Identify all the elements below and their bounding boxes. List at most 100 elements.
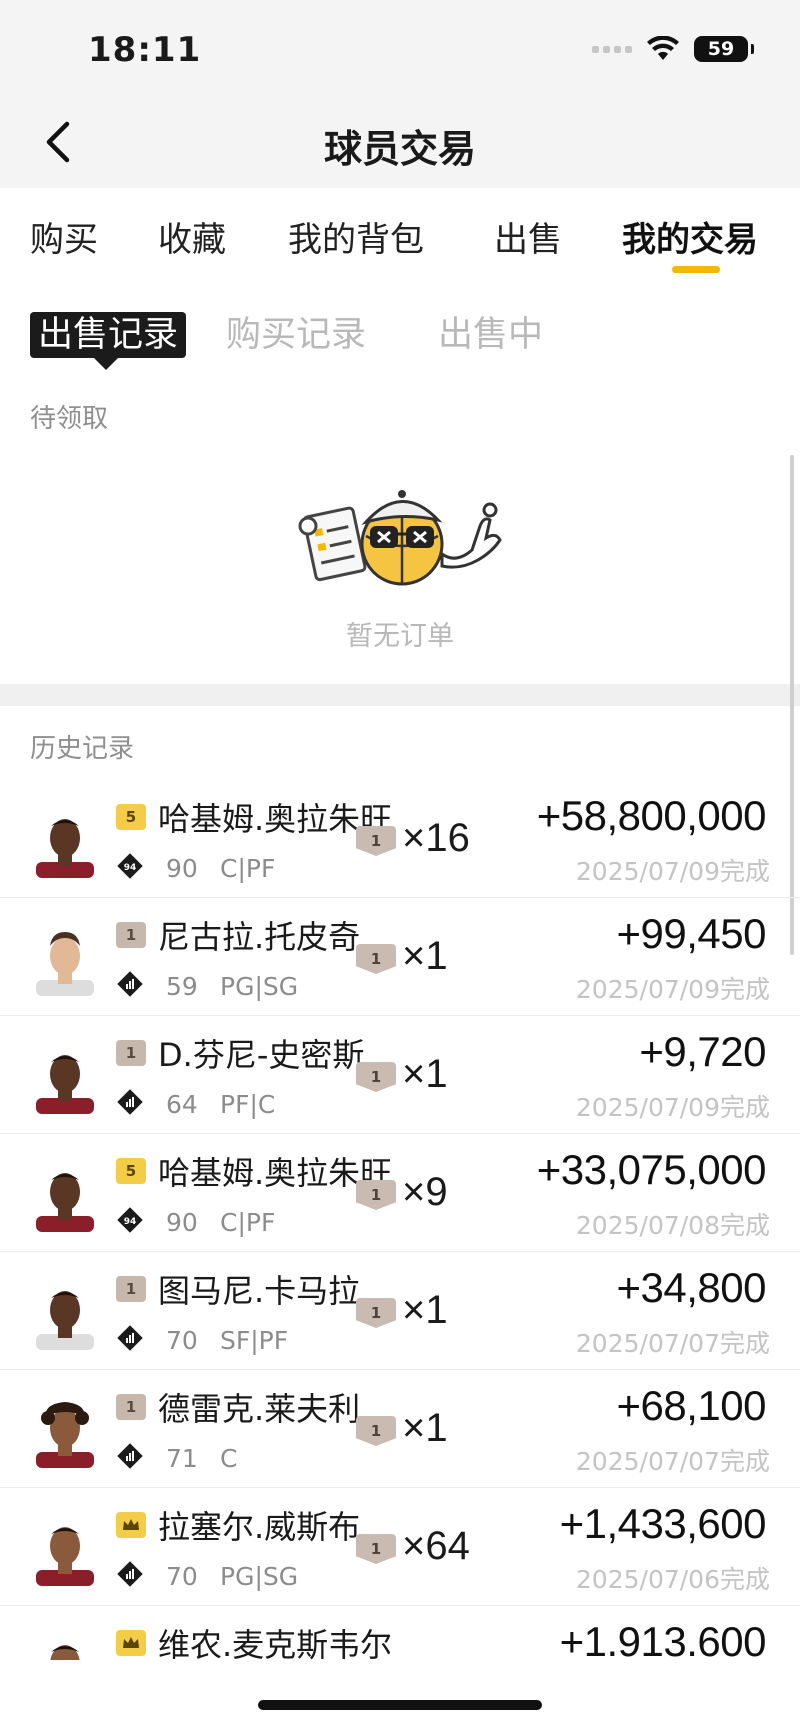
player-name: 图马尼.卡马拉 [158, 1272, 361, 1310]
sale-amount: +9,720 [639, 1028, 766, 1075]
player-name: 拉塞尔.威斯布 [158, 1508, 361, 1546]
player-ovr: 71 [166, 1444, 198, 1473]
player-name: 哈基姆.奥拉朱旺 [158, 800, 390, 838]
history-record[interactable]: 拉塞尔.威斯布 70 PG|SG 1 ×64 +1,433,600 2025/0… [0, 1488, 800, 1606]
main-tabs: 购买 收藏 我的背包 出售 我的交易 [0, 188, 800, 278]
rating-bars-icon [117, 1325, 143, 1351]
empty-state-text: 暂无订单 [346, 621, 454, 652]
active-tab-indicator [672, 266, 720, 273]
tier-badge: 5 [116, 1158, 146, 1184]
player-ovr: 64 [166, 1090, 198, 1119]
player-avatar [36, 1291, 94, 1350]
player-name: 德雷克.莱夫利 [158, 1390, 361, 1428]
player-name: 尼古拉.托皮奇 [158, 918, 361, 956]
sale-amount: +99,450 [616, 910, 767, 957]
tab-buy[interactable]: 购买 [30, 212, 98, 261]
player-name: 哈基姆.奥拉朱旺 [158, 1154, 390, 1192]
completion-date: 2025/07/09完成 [575, 857, 770, 886]
tier-badge: 1 [116, 1394, 146, 1420]
tier-badge [116, 1630, 146, 1656]
history-record[interactable]: 1 德雷克.莱夫利 71 C 1 ×1 +68,100 2025/07/07完成 [0, 1370, 800, 1488]
completion-date: 2025/07/06完成 [575, 1565, 770, 1594]
sold-quantity: ×9 [402, 1170, 448, 1214]
player-avatar [36, 1173, 94, 1232]
completion-date: 2025/07/09完成 [575, 1093, 770, 1122]
status-indicators: 59 [592, 36, 754, 62]
sale-amount: +34,800 [616, 1264, 767, 1311]
completion-date: 2025/07/07完成 [575, 1447, 770, 1476]
player-position: SF|PF [220, 1326, 289, 1355]
sale-amount: +1,433,600 [559, 1500, 767, 1547]
subtab-sell-records[interactable]: 出售记录 [30, 312, 187, 370]
crown-icon [123, 1637, 139, 1648]
tier-badge: 1 [116, 922, 146, 948]
sale-amount: +1.913.600 [559, 1618, 767, 1665]
tier-badge: 5 [116, 804, 146, 830]
history-record[interactable]: 1 D.芬尼-史密斯 64 PF|C 1 ×1 +9,720 2025/07/0… [0, 1016, 800, 1134]
sale-amount: +33,075,000 [536, 1146, 767, 1193]
history-record[interactable]: 5 哈基姆.奥拉朱旺 94 90 C|PF 1 ×16 +58,800,000 … [0, 780, 800, 898]
completion-date: 2025/07/08完成 [575, 1211, 770, 1240]
pending-section-label: 待领取 [30, 404, 109, 434]
grade-badge: 1 [356, 1416, 396, 1446]
player-position: PG|SG [220, 1562, 299, 1591]
grade-badge: 1 [356, 1180, 396, 1210]
rating-diamond-icon: 94 [117, 1207, 143, 1233]
grade-badge: 1 [356, 1298, 396, 1328]
tab-backpack[interactable]: 我的背包 [288, 212, 424, 261]
player-ovr: 70 [166, 1326, 198, 1355]
rating-bars-icon [117, 1443, 143, 1469]
cellular-signal-icon [592, 45, 632, 53]
grade-badge: 1 [356, 1062, 396, 1092]
battery-icon: 59 [694, 36, 754, 62]
player-name: D.芬尼-史密斯 [158, 1036, 365, 1074]
completion-date: 2025/07/07完成 [575, 1329, 770, 1358]
subtab-buy-records[interactable]: 购买记录 [226, 312, 366, 358]
player-avatar [36, 1527, 94, 1586]
status-bar: 18:11 59 [0, 0, 800, 100]
tab-sell[interactable]: 出售 [494, 212, 562, 261]
crown-icon [123, 1519, 139, 1530]
nav-bar: 球员交易 [0, 100, 800, 188]
history-record[interactable]: 5 哈基姆.奥拉朱旺 94 90 C|PF 1 ×9 +33,075,000 2… [0, 1134, 800, 1252]
grade-badge: 1 [356, 944, 396, 974]
rating-value: 94 [124, 1217, 137, 1227]
player-avatar [36, 1402, 94, 1468]
history-record[interactable]: 1 图马尼.卡马拉 70 SF|PF 1 ×1 +34,800 2025/07/… [0, 1252, 800, 1370]
empty-mascot-illustration [298, 490, 502, 586]
player-position: PF|C [220, 1090, 276, 1119]
player-position: C|PF [220, 1208, 276, 1237]
rating-value: 94 [124, 863, 137, 873]
grade-badge: 1 [356, 826, 396, 856]
sale-amount: +58,800,000 [536, 792, 767, 839]
history-list: 5 哈基姆.奥拉朱旺 94 90 C|PF 1 ×16 +58,800,000 … [0, 780, 800, 1724]
player-position: PG|SG [220, 972, 299, 1001]
bottom-safe-area [0, 1660, 800, 1731]
page-title: 球员交易 [323, 127, 476, 171]
rating-bars-icon [117, 1561, 143, 1587]
sold-quantity: ×1 [402, 1288, 448, 1332]
sold-quantity: ×1 [402, 1406, 448, 1450]
sold-quantity: ×1 [402, 1052, 448, 1096]
home-indicator[interactable] [258, 1700, 542, 1710]
tier-badge [116, 1512, 146, 1538]
sold-quantity: ×1 [402, 934, 448, 978]
grade-badge: 1 [356, 1534, 396, 1564]
rating-bars-icon [117, 971, 143, 997]
tier-badge: 1 [116, 1276, 146, 1302]
tier-badge: 1 [116, 1040, 146, 1066]
player-ovr: 90 [166, 854, 198, 883]
status-time: 18:11 [88, 30, 202, 70]
history-record[interactable]: 1 尼古拉.托皮奇 59 PG|SG 1 ×1 +99,450 2025/07/… [0, 898, 800, 1016]
sold-quantity: ×16 [402, 816, 470, 860]
player-position: C|PF [220, 854, 276, 883]
section-divider [0, 684, 800, 706]
player-ovr: 59 [166, 972, 198, 1001]
tab-favorites[interactable]: 收藏 [158, 212, 226, 261]
player-position: C [220, 1444, 238, 1473]
tab-my-trades[interactable]: 我的交易 [622, 212, 758, 261]
sold-quantity: ×64 [402, 1524, 470, 1568]
subtab-on-sale[interactable]: 出售中 [438, 312, 543, 358]
player-avatar [36, 819, 94, 878]
history-section-label: 历史记录 [30, 734, 135, 764]
